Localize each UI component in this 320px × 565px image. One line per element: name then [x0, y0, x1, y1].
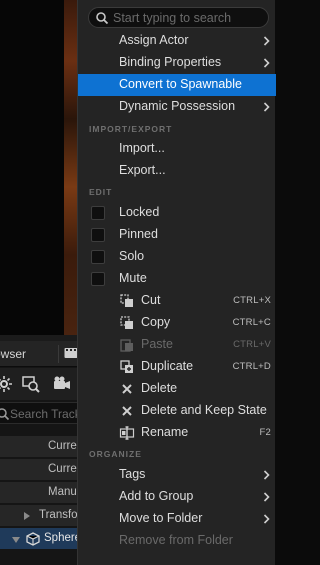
menu-item-solo[interactable]: Solo [78, 246, 276, 268]
menu-item-label: Locked [119, 205, 160, 219]
track-label: Curren [48, 463, 77, 475]
cut-icon [120, 294, 133, 307]
track-row[interactable]: Curren [0, 459, 77, 481]
menu-item-label: Import... [119, 141, 165, 155]
content-browser-tab[interactable]: owser [0, 341, 78, 367]
delete-x-icon [122, 384, 132, 394]
chevron-right-icon [263, 492, 270, 502]
menu-item-move-to-folder[interactable]: Move to Folder [78, 508, 276, 530]
menu-item-label: Delete and Keep State [141, 403, 267, 417]
menu-item-rename[interactable]: Rename F2 [78, 422, 276, 444]
chevron-right-icon [263, 514, 270, 524]
menu-item-binding-properties[interactable]: Binding Properties [78, 52, 276, 74]
sequencer-panel: owser Search Track [0, 341, 81, 565]
content-browser-tab-label: owser [0, 347, 27, 361]
menu-item-label: Copy [141, 315, 171, 329]
menu-item-dynamic-possession[interactable]: Dynamic Possession [78, 96, 276, 118]
menu-item-paste[interactable]: Paste CTRL+V [78, 334, 276, 356]
delete-x-icon [122, 406, 132, 416]
settings-icon[interactable] [0, 374, 14, 394]
track-search-placeholder: Search Track [10, 407, 81, 421]
shortcut-label: F2 [259, 427, 271, 438]
context-menu: Assign Actor Binding Properties Convert … [77, 0, 276, 565]
track-row-selected[interactable]: Sphere [0, 528, 77, 550]
track-label: Manu [48, 486, 77, 498]
expand-arrow-icon[interactable] [24, 512, 30, 520]
section-header-organize: ORGANIZE [89, 449, 142, 459]
menu-item-convert-to-spawnable[interactable]: Convert to Spawnable [78, 74, 276, 96]
search-icon [0, 408, 10, 421]
rename-icon [119, 426, 135, 440]
menu-search-input[interactable] [113, 9, 263, 26]
menu-item-label: Solo [119, 249, 145, 263]
level-viewport[interactable] [0, 0, 77, 340]
tab-divider [58, 345, 59, 363]
menu-item-remove-from-folder[interactable]: Remove from Folder [78, 530, 276, 552]
shortcut-label: CTRL+D [232, 361, 271, 372]
menu-item-label: Tags [119, 467, 146, 481]
menu-item-label: Move to Folder [119, 511, 203, 525]
section-header-import-export: IMPORT/EXPORT [89, 124, 173, 134]
chevron-right-icon [263, 470, 270, 480]
sequencer-tab-icon[interactable] [64, 346, 78, 360]
menu-item-import[interactable]: Import... [78, 138, 276, 160]
menu-item-mute[interactable]: Mute [78, 268, 276, 290]
menu-item-tags[interactable]: Tags [78, 464, 276, 486]
menu-item-label: Dynamic Possession [119, 99, 236, 113]
collapse-arrow-icon[interactable] [12, 537, 20, 543]
track-label: Curren [48, 440, 77, 452]
track-label: Sphere [44, 532, 77, 544]
menu-item-add-to-group[interactable]: Add to Group [78, 486, 276, 508]
sequencer-toolbar [0, 368, 77, 400]
menu-item-locked[interactable]: Locked [78, 202, 276, 224]
menu-item-label: Delete [141, 381, 178, 395]
menu-item-label: Binding Properties [119, 55, 222, 69]
chevron-right-icon [263, 58, 270, 68]
menu-item-duplicate[interactable]: Duplicate CTRL+D [78, 356, 276, 378]
shortcut-label: CTRL+V [233, 339, 271, 350]
mute-checkbox[interactable] [91, 272, 105, 286]
menu-item-delete[interactable]: Delete [78, 378, 276, 400]
search-icon [96, 12, 109, 25]
viewport-scene-edge [64, 0, 77, 340]
track-row[interactable]: Manu [0, 482, 77, 504]
shortcut-label: CTRL+X [233, 295, 271, 306]
menu-item-label: Assign Actor [119, 33, 189, 47]
solo-checkbox[interactable] [91, 250, 105, 264]
locked-checkbox[interactable] [91, 206, 105, 220]
menu-item-label: Paste [141, 337, 173, 351]
menu-item-label: Cut [141, 293, 161, 307]
paste-icon [120, 339, 133, 352]
shortcut-label: CTRL+C [232, 317, 271, 328]
menu-item-export[interactable]: Export... [78, 160, 276, 182]
pinned-checkbox[interactable] [91, 228, 105, 242]
menu-item-label: Remove from Folder [119, 533, 233, 547]
track-row[interactable]: Curren [0, 436, 77, 458]
menu-item-pinned[interactable]: Pinned [78, 224, 276, 246]
menu-item-label: Pinned [119, 227, 158, 241]
track-search-bar[interactable]: Search Track [0, 402, 81, 424]
chevron-right-icon [263, 102, 270, 112]
menu-item-label: Convert to Spawnable [119, 77, 242, 91]
duplicate-icon [120, 360, 133, 373]
section-header-edit: EDIT [89, 187, 113, 197]
find-asset-icon[interactable] [21, 374, 41, 394]
menu-item-label: Mute [119, 271, 147, 285]
menu-item-copy[interactable]: Copy CTRL+C [78, 312, 276, 334]
static-mesh-icon [26, 532, 40, 546]
camera-icon[interactable] [52, 374, 72, 394]
menu-item-cut[interactable]: Cut CTRL+X [78, 290, 276, 312]
menu-item-label: Export... [119, 163, 166, 177]
menu-search-box[interactable] [88, 7, 269, 28]
copy-icon [120, 316, 133, 329]
track-label: Transfo [39, 509, 77, 521]
menu-item-label: Duplicate [141, 359, 194, 373]
menu-item-label: Rename [141, 425, 189, 439]
track-row[interactable]: Transfo [0, 505, 77, 527]
menu-item-assign-actor[interactable]: Assign Actor [78, 30, 276, 52]
chevron-right-icon [263, 36, 270, 46]
menu-item-delete-and-keep-state[interactable]: Delete and Keep State [78, 400, 276, 422]
menu-item-label: Add to Group [119, 489, 194, 503]
